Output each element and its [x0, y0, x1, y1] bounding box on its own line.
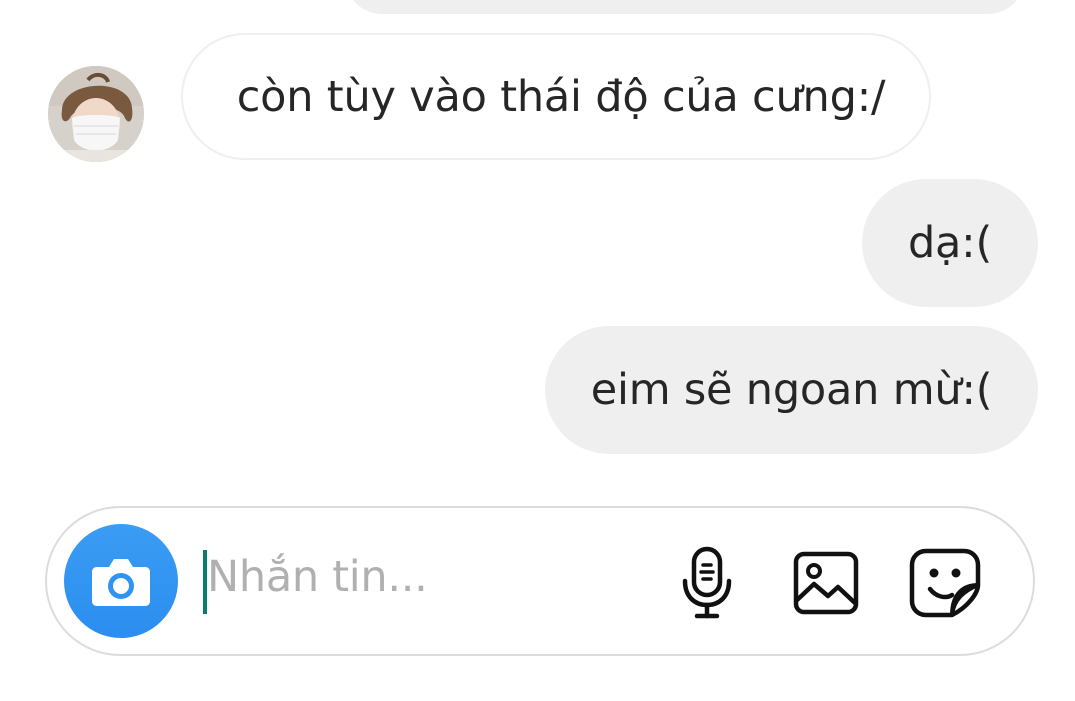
message-text: eim sẽ ngoan mừ:(: [590, 365, 993, 415]
camera-icon: [92, 559, 150, 606]
message-text: dạ:(: [907, 218, 993, 268]
sticker-button[interactable]: [907, 544, 983, 622]
message-bubble-sent[interactable]: eim sẽ ngoan mừ:(: [545, 326, 1038, 454]
message-input[interactable]: Nhắn tin...: [207, 552, 428, 602]
image-gallery-icon: [793, 551, 859, 615]
sticker-icon: [909, 548, 981, 618]
avatar-image: [48, 66, 144, 162]
gallery-button[interactable]: [788, 544, 864, 622]
message-composer: Nhắn tin...: [45, 506, 1035, 656]
chat-screen: còn tùy vào thái độ của cưng:/ dạ:( eim …: [0, 0, 1075, 701]
microphone-icon: [682, 546, 732, 619]
avatar[interactable]: [48, 66, 144, 162]
message-bubble-sent-partial[interactable]: [345, 0, 1025, 14]
message-bubble-sent[interactable]: dạ:(: [862, 179, 1038, 307]
camera-button[interactable]: [64, 524, 178, 638]
voice-message-button[interactable]: [669, 544, 745, 622]
message-bubble-received[interactable]: còn tùy vào thái độ của cưng:/: [181, 33, 931, 160]
message-text: còn tùy vào thái độ của cưng:/: [236, 71, 886, 122]
